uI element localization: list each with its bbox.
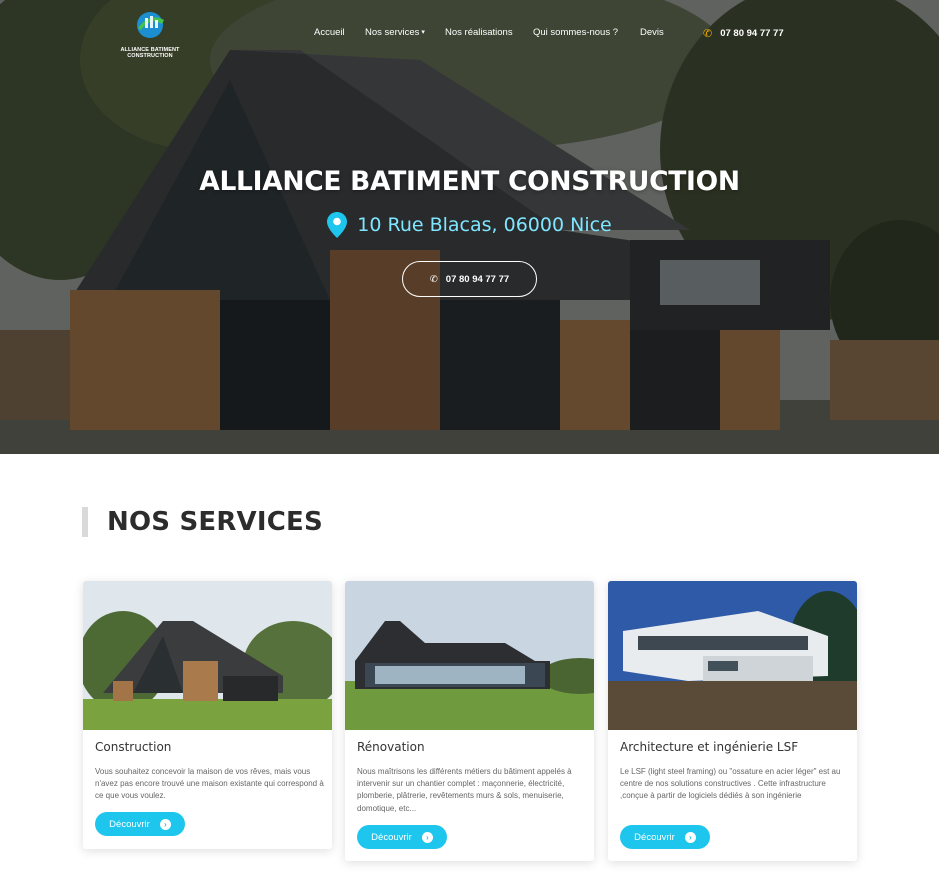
hero-section: ALLIANCE BATIMENT CONSTRUCTION Accueil N… — [0, 0, 939, 454]
card-description: Vous souhaitez concevoir la maison de vo… — [95, 767, 324, 801]
logo-icon — [137, 12, 164, 38]
arrow-right-circle-icon: › — [684, 831, 696, 843]
nav-item-nos-services[interactable]: Nos services ▾ — [365, 27, 425, 38]
nav-item-accueil[interactable]: Accueil — [314, 27, 345, 38]
architecture-image — [608, 581, 857, 730]
service-card-construction: Construction Vous souhaitez concevoir la… — [83, 581, 332, 849]
card-title: Rénovation — [357, 740, 425, 754]
card-description: Nous maîtrisons les différents métiers d… — [357, 767, 572, 813]
button-label: Découvrir — [109, 818, 150, 830]
phone-icon: ✆ — [703, 28, 713, 40]
hero-call-button[interactable]: ✆ 07 80 94 77 77 — [402, 261, 537, 297]
phone-icon: ✆ — [429, 273, 438, 285]
nav-item-qui-sommes-nous[interactable]: Qui sommes-nous ? — [533, 27, 618, 38]
decouvrir-button[interactable]: Découvrir › — [357, 825, 447, 849]
nav-item-devis[interactable]: Devis — [640, 27, 664, 38]
nav-phone-link[interactable]: ✆ 07 80 94 77 77 — [703, 27, 784, 40]
arrow-right-circle-icon: › — [159, 818, 171, 830]
nav-item-nos-realisations[interactable]: Nos réalisations — [445, 27, 513, 38]
decouvrir-button[interactable]: Découvrir › — [95, 812, 185, 836]
logo-text: ALLIANCE BATIMENT CONSTRUCTION — [120, 47, 180, 59]
services-heading: NOS SERVICES — [82, 506, 323, 538]
heading-accent-bar — [82, 507, 88, 537]
address-text: 10 Rue Blacas, 06000 Nice — [357, 214, 612, 236]
nav-phone-number: 07 80 94 77 77 — [720, 28, 784, 39]
button-label: Découvrir — [371, 831, 412, 843]
logo[interactable]: ALLIANCE BATIMENT CONSTRUCTION — [118, 8, 182, 59]
card-title: Construction — [95, 740, 172, 754]
hero-title: ALLIANCE BATIMENT CONSTRUCTION — [199, 166, 740, 197]
service-card-renovation: Rénovation Nous maîtrisons les différent… — [345, 581, 594, 861]
button-label: Découvrir — [634, 831, 675, 843]
services-heading-text: NOS SERVICES — [107, 507, 323, 537]
card-description: Le LSF (light steel framing) ou "ossatur… — [620, 767, 841, 801]
service-card-architecture-lsf: Architecture et ingénierie LSF Le LSF (l… — [608, 581, 857, 861]
card-title: Architecture et ingénierie LSF — [620, 740, 799, 754]
arrow-right-circle-icon: › — [421, 831, 433, 843]
renovation-image — [345, 581, 594, 730]
decouvrir-button[interactable]: Découvrir › — [620, 825, 710, 849]
map-pin-icon — [327, 212, 348, 238]
chevron-down-icon: ▾ — [421, 29, 425, 36]
hero-address: 10 Rue Blacas, 06000 Nice — [0, 212, 939, 238]
hero-call-label: 07 80 94 77 77 — [445, 273, 510, 285]
nav-item-label: Nos services — [365, 27, 420, 38]
construction-image — [83, 581, 332, 730]
